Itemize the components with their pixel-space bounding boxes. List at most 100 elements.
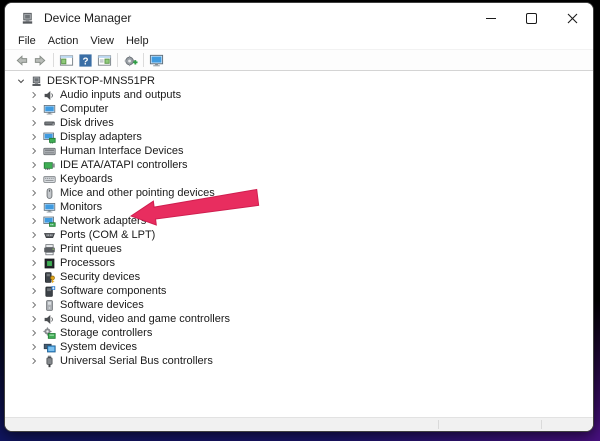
- tree-item-ide-ata-atapi-controllers[interactable]: IDE ATA/ATAPI controllers: [5, 158, 593, 172]
- tree-item-monitors[interactable]: Monitors: [5, 200, 593, 214]
- statusbar-divider: [438, 420, 439, 429]
- tree-item-label: Print queues: [60, 243, 122, 255]
- tree-item-security-devices[interactable]: Security devices: [5, 270, 593, 284]
- device-manager-app-icon: [20, 11, 35, 26]
- minimize-button[interactable]: [470, 3, 511, 33]
- chevron-right-icon[interactable]: [28, 243, 40, 255]
- chevron-right-icon[interactable]: [28, 229, 40, 241]
- chevron-right-icon[interactable]: [28, 341, 40, 353]
- system-device-icon: [43, 341, 56, 354]
- chevron-right-icon[interactable]: [28, 257, 40, 269]
- tree-item-print-queues[interactable]: Print queues: [5, 242, 593, 256]
- keyboard-icon: [43, 173, 56, 186]
- toolbar-forward-button[interactable]: [31, 51, 50, 69]
- chevron-right-icon[interactable]: [28, 299, 40, 311]
- toolbar-scan-hardware-button[interactable]: [121, 51, 140, 69]
- chevron-right-icon[interactable]: [28, 145, 40, 157]
- forward-icon: [34, 54, 46, 66]
- chevron-right-icon[interactable]: [28, 159, 40, 171]
- title-bar[interactable]: Device Manager: [5, 3, 593, 33]
- tree-item-label: Audio inputs and outputs: [60, 89, 182, 101]
- menu-view[interactable]: View: [84, 35, 120, 47]
- chevron-right-icon[interactable]: [28, 117, 40, 129]
- printer-icon: [43, 243, 56, 256]
- chevron-right-icon[interactable]: [28, 327, 40, 339]
- chevron-right-icon[interactable]: [28, 201, 40, 213]
- disk-drive-icon: [44, 120, 55, 126]
- chevron-right-icon[interactable]: [28, 131, 40, 143]
- chevron-right-icon[interactable]: [28, 187, 40, 199]
- chevron-down-icon[interactable]: [15, 75, 27, 87]
- tree-item-sound-video-and-game-controllers[interactable]: Sound, video and game controllers: [5, 312, 593, 326]
- tree-item-human-interface-devices[interactable]: Human Interface Devices: [5, 144, 593, 158]
- toolbar-action-pane-button[interactable]: [95, 51, 114, 69]
- mouse-icon: [43, 187, 56, 200]
- tree-item-network-adapters[interactable]: Network adapters: [5, 214, 593, 228]
- chevron-right-icon: [32, 105, 37, 113]
- chevron-right-icon: [32, 245, 37, 253]
- tree-item-software-components[interactable]: Software components: [5, 284, 593, 298]
- close-button[interactable]: [552, 3, 593, 33]
- desktop-background: Device Manager File Action View Help ? DESK…: [0, 0, 600, 441]
- chevron-right-icon[interactable]: [28, 173, 40, 185]
- monitor-icon: [43, 202, 56, 213]
- chevron-right-icon: [32, 329, 37, 337]
- tree-item-keyboards[interactable]: Keyboards: [5, 172, 593, 186]
- tree-item-ports-com-lpt[interactable]: Ports (COM & LPT): [5, 228, 593, 242]
- tree-item-computer[interactable]: Computer: [5, 102, 593, 116]
- tree-item-processors[interactable]: Processors: [5, 256, 593, 270]
- usb-icon: [46, 355, 53, 367]
- chevron-right-icon: [32, 273, 37, 281]
- tree-item-label: Security devices: [60, 271, 141, 283]
- toolbar: ?: [5, 50, 593, 71]
- tree-item-software-devices[interactable]: Software devices: [5, 298, 593, 312]
- window-controls: [470, 3, 593, 33]
- tree-item-storage-controllers[interactable]: Storage controllers: [5, 326, 593, 340]
- chevron-right-icon: [32, 259, 37, 267]
- cpu-icon: [44, 258, 55, 268]
- chevron-right-icon: [32, 119, 37, 127]
- tree-item-universal-serial-bus-controllers[interactable]: Universal Serial Bus controllers: [5, 354, 593, 368]
- chevron-right-icon: [32, 287, 37, 295]
- chevron-right-icon[interactable]: [28, 215, 40, 227]
- usb-icon: [43, 355, 56, 368]
- chevron-right-icon: [32, 147, 37, 155]
- tree-item-label: Human Interface Devices: [60, 145, 184, 157]
- monitor-icon: [43, 103, 56, 116]
- tree-item-label: Monitors: [60, 201, 103, 213]
- chevron-right-icon[interactable]: [28, 271, 40, 283]
- tree-item-label: Universal Serial Bus controllers: [60, 355, 213, 367]
- chevron-right-icon[interactable]: [28, 313, 40, 325]
- menu-help[interactable]: Help: [120, 35, 155, 47]
- chevron-right-icon[interactable]: [28, 285, 40, 297]
- speaker-icon: [44, 314, 53, 324]
- chevron-right-icon[interactable]: [28, 89, 40, 101]
- tree-item-disk-drives[interactable]: Disk drives: [5, 116, 593, 130]
- tree-item-label: DESKTOP-MNS51PR: [47, 75, 155, 87]
- svg-text:?: ?: [82, 56, 88, 67]
- monitor-icon: [43, 104, 56, 115]
- device-tree: DESKTOP-MNS51PR Audio inputs and outputs C…: [5, 71, 593, 368]
- menu-action[interactable]: Action: [42, 35, 85, 47]
- computer-root-icon: [32, 76, 41, 86]
- tree-item-label: Disk drives: [60, 117, 114, 129]
- chevron-right-icon[interactable]: [28, 355, 40, 367]
- tree-item-label: System devices: [60, 341, 138, 353]
- menu-file[interactable]: File: [12, 35, 42, 47]
- tree-item-label: Network adapters: [60, 215, 147, 227]
- network-adapter-icon: [43, 216, 56, 227]
- toolbar-computer-view-button[interactable]: [147, 51, 166, 69]
- tree-item-desktop-mns51pr[interactable]: DESKTOP-MNS51PR: [5, 74, 593, 88]
- tree-item-audio-inputs-and-outputs[interactable]: Audio inputs and outputs: [5, 88, 593, 102]
- tree-item-display-adapters[interactable]: Display adapters: [5, 130, 593, 144]
- chevron-right-icon: [32, 301, 37, 309]
- tree-item-system-devices[interactable]: System devices: [5, 340, 593, 354]
- toolbar-back-button[interactable]: [12, 51, 31, 69]
- toolbar-help-button[interactable]: ?: [76, 51, 95, 69]
- device-manager-window: Device Manager File Action View Help ? DESK…: [4, 2, 594, 432]
- chevron-right-icon[interactable]: [28, 103, 40, 115]
- maximize-button[interactable]: [511, 3, 552, 33]
- display-adapter-icon: [43, 131, 56, 144]
- tree-item-mice-and-other-pointing-devices[interactable]: Mice and other pointing devices: [5, 186, 593, 200]
- toolbar-console-tree-button[interactable]: [57, 51, 76, 69]
